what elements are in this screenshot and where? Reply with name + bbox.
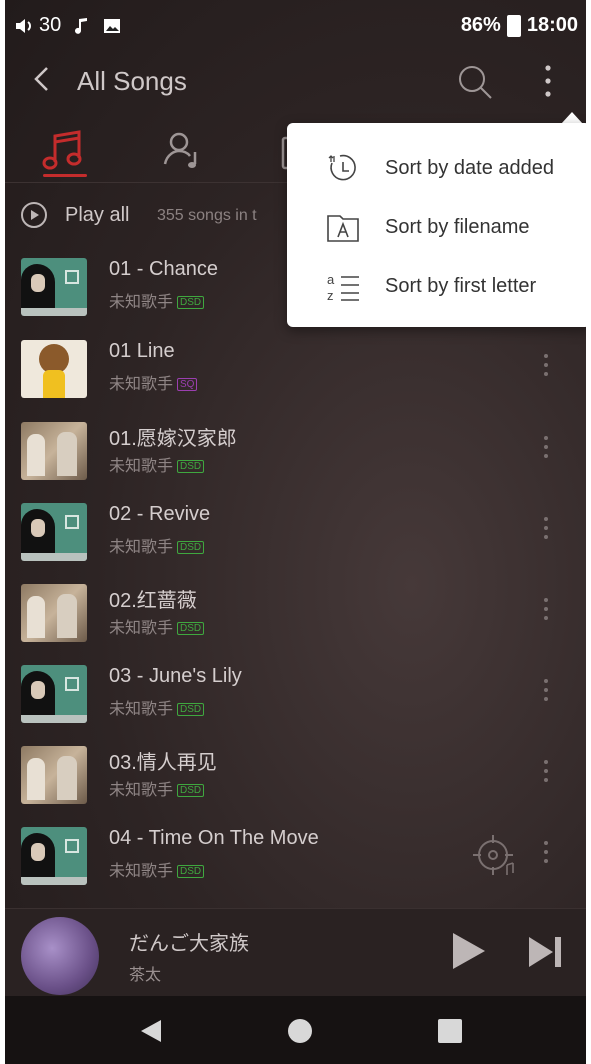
song-options-icon[interactable]	[541, 760, 551, 790]
battery-icon	[506, 14, 521, 37]
quality-badge: DSD	[177, 865, 205, 878]
song-row[interactable]: 01 Line 未知歌手 SQ	[5, 328, 586, 408]
back-icon[interactable]	[27, 64, 57, 94]
song-options-icon[interactable]	[541, 517, 551, 547]
now-playing-artist: 茶太	[129, 967, 162, 984]
more-options-icon[interactable]	[535, 58, 561, 104]
quality-badge: DSD	[177, 622, 205, 635]
app-bar: All Songs	[5, 52, 586, 108]
quality-badge: DSD	[177, 784, 205, 797]
album-art	[21, 827, 87, 885]
song-row[interactable]: 02 - Revive 未知歌手 DSD	[5, 491, 586, 571]
album-art	[21, 340, 87, 398]
music-status-icon	[75, 17, 88, 34]
file-a-icon	[327, 215, 359, 242]
song-options-icon[interactable]	[541, 598, 551, 628]
play-icon[interactable]	[447, 931, 487, 971]
sort-by-filename[interactable]: Sort by filename	[287, 198, 586, 256]
music-note-icon[interactable]	[39, 126, 89, 176]
now-playing-title: だんご大家族	[129, 933, 249, 955]
song-options-icon[interactable]	[541, 679, 551, 709]
album-art	[21, 503, 87, 561]
album-art	[21, 746, 87, 804]
play-all-icon	[21, 202, 47, 228]
song-options-icon[interactable]	[541, 841, 551, 871]
sort-by-date-added[interactable]: Sort by date added	[287, 139, 586, 197]
clock-sort-icon	[328, 154, 356, 181]
song-artist: 未知歌手 SQ	[109, 370, 198, 394]
nav-recents-icon[interactable]	[435, 1016, 465, 1046]
song-row[interactable]: 03 - June's Lily 未知歌手 DSD	[5, 653, 586, 733]
status-bar: 30 86% 18:00	[5, 0, 586, 52]
song-artist: 未知歌手 DSD	[109, 288, 205, 312]
song-artist: 未知歌手 DSD	[109, 614, 205, 638]
song-row[interactable]: 03.情人再见 未知歌手 DSD	[5, 734, 586, 814]
screen: 30 86% 18:00 All Songs Play all 355 song…	[5, 0, 586, 1064]
svg-text:z: z	[327, 288, 334, 303]
menu-item-label: Sort by filename	[385, 216, 530, 238]
volume-level: 30	[39, 14, 62, 36]
song-count: 355 songs in t	[157, 207, 257, 224]
song-options-icon[interactable]	[541, 354, 551, 384]
sort-by-first-letter[interactable]: az Sort by first letter	[287, 257, 586, 315]
quality-badge: SQ	[177, 378, 198, 391]
clock: 18:00	[526, 14, 578, 36]
album-art	[21, 258, 87, 316]
svg-text:a: a	[327, 272, 335, 287]
system-nav-bar	[5, 996, 586, 1064]
song-artist: 未知歌手 DSD	[109, 533, 205, 557]
song-title: 01.愿嫁汉家郎	[109, 428, 237, 450]
menu-item-label: Sort by date added	[385, 157, 555, 179]
song-title: 01 - Chance	[109, 258, 218, 280]
song-title: 03.情人再见	[109, 752, 217, 774]
next-track-icon[interactable]	[527, 933, 565, 971]
page-title: All Songs	[77, 66, 187, 96]
song-title: 01 Line	[109, 340, 175, 362]
song-row[interactable]: 02.红蔷薇 未知歌手 DSD	[5, 572, 586, 652]
nav-back-icon[interactable]	[137, 1016, 167, 1046]
song-row[interactable]: 01.愿嫁汉家郎 未知歌手 DSD	[5, 410, 586, 490]
artist-icon[interactable]	[159, 126, 209, 176]
song-artist: 未知歌手 DSD	[109, 452, 205, 476]
album-art	[21, 665, 87, 723]
song-row[interactable]: 04 - Time On The Move 未知歌手 DSD	[5, 815, 586, 895]
battery-level: 86%	[460, 14, 501, 36]
album-art	[21, 584, 87, 642]
song-artist: 未知歌手 DSD	[109, 695, 205, 719]
search-icon[interactable]	[455, 62, 495, 102]
menu-item-label: Sort by first letter	[385, 275, 537, 297]
song-title: 02.红蔷薇	[109, 590, 197, 612]
song-options-icon[interactable]	[541, 436, 551, 466]
song-artist: 未知歌手 DSD	[109, 857, 205, 881]
now-playing-cover	[21, 917, 99, 995]
play-all-label: Play all	[65, 204, 130, 226]
active-tab-indicator	[43, 174, 87, 177]
quality-badge: DSD	[177, 296, 205, 309]
song-title: 03 - June's Lily	[109, 665, 242, 687]
sort-menu: Sort by date added Sort by filename az S…	[287, 123, 586, 327]
nav-home-icon[interactable]	[285, 1016, 315, 1046]
song-title: 04 - Time On The Move	[109, 827, 319, 849]
quality-badge: DSD	[177, 703, 205, 716]
quality-badge: DSD	[177, 541, 205, 554]
locate-song-icon[interactable]	[469, 831, 521, 881]
image-status-icon	[104, 18, 121, 33]
mini-player[interactable]: だんご大家族 茶太	[5, 908, 586, 997]
az-sort-icon: az	[327, 272, 359, 303]
song-title: 02 - Revive	[109, 503, 211, 525]
song-artist: 未知歌手 DSD	[109, 776, 205, 800]
volume-icon	[16, 18, 31, 33]
album-art	[21, 422, 87, 480]
quality-badge: DSD	[177, 460, 205, 473]
